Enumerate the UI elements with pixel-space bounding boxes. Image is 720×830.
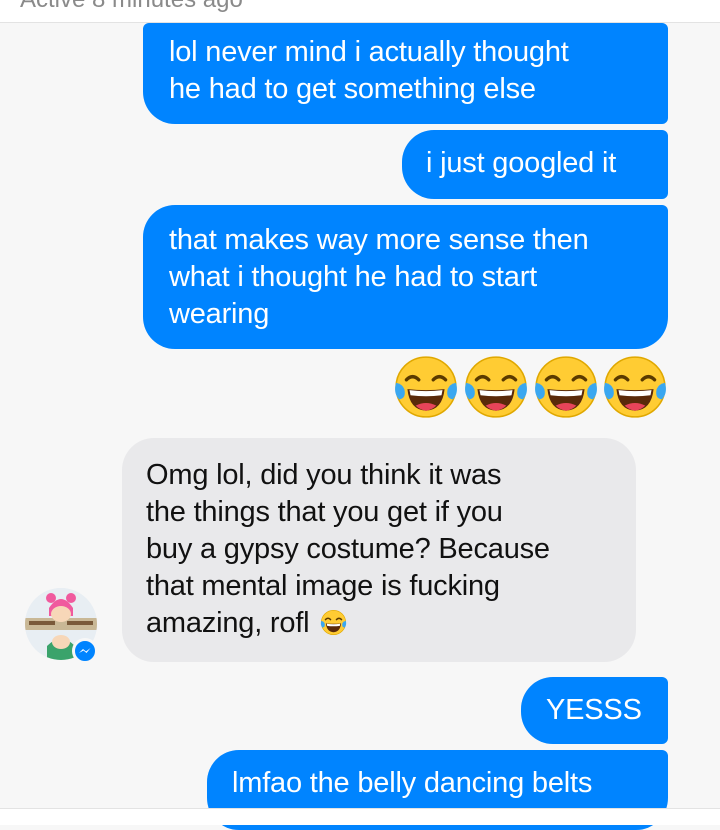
tears-of-joy-emoji-icon	[604, 356, 666, 418]
message-line: he had to get something else	[169, 73, 536, 105]
message-line: lol never mind i actually thought	[169, 36, 569, 68]
message-line: that mental image is fucking	[146, 570, 500, 602]
composer-edge	[0, 808, 720, 825]
message-line: amazing, rofl	[146, 605, 636, 642]
message-line: lmfao the belly dancing belts	[232, 767, 593, 799]
message-bubble-outgoing[interactable]: i just googled it	[402, 130, 668, 199]
messenger-badge-icon	[72, 638, 98, 664]
message-line: wearing	[169, 298, 270, 330]
message-bubble-incoming[interactable]: Omg lol, did you think it was the things…	[122, 438, 636, 662]
message-line-text: amazing, rofl	[146, 607, 310, 639]
tears-of-joy-emoji-icon	[321, 609, 347, 636]
tears-of-joy-emoji-icon	[535, 356, 597, 418]
message-bubble-outgoing[interactable]: lol never mind i actually thought he had…	[143, 23, 668, 124]
emoji-message[interactable]	[393, 354, 668, 420]
message-line: what i thought he had to start	[169, 261, 538, 293]
message-line: that makes way more sense then	[169, 224, 589, 256]
message-bubble-outgoing[interactable]: that makes way more sense then what i th…	[143, 205, 668, 349]
message-line: i just googled it	[426, 147, 617, 179]
message-line: Omg lol, did you think it was	[146, 459, 502, 491]
message-line: buy a gypsy costume? Because	[146, 533, 550, 565]
message-bubble-outgoing[interactable]: YESSS	[521, 677, 668, 744]
tears-of-joy-emoji-icon	[465, 356, 527, 418]
tears-of-joy-emoji-icon	[395, 356, 457, 418]
conversation-header: Active 8 minutes ago	[0, 0, 720, 23]
active-status: Active 8 minutes ago	[20, 0, 243, 14]
message-line: the things that you get if you	[146, 496, 503, 528]
message-line: YESSS	[546, 694, 642, 726]
